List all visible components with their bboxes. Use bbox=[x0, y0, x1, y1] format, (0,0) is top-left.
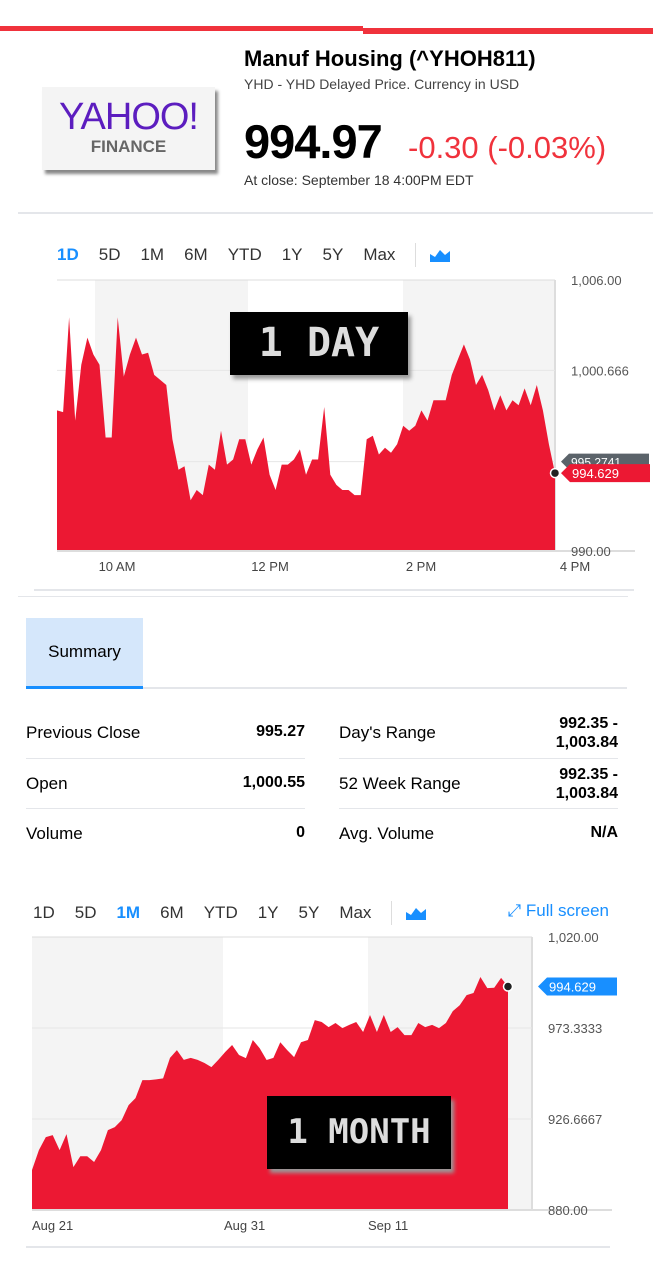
current-price: 994.97 bbox=[244, 115, 383, 168]
tab-summary[interactable]: Summary bbox=[26, 618, 143, 689]
current-point-dot bbox=[502, 981, 514, 992]
stat-label: Avg. Volume bbox=[339, 824, 435, 843]
x-tick-label: Sep 11 bbox=[368, 1218, 408, 1233]
area-chart-icon[interactable] bbox=[406, 906, 427, 920]
quote-title: Manuf Housing (^YHOH811) bbox=[244, 46, 536, 71]
tab-max[interactable]: Max bbox=[339, 903, 371, 923]
x-tick-label: 2 PM bbox=[406, 559, 436, 574]
yahoo-finance-logo: YAHOO! FINANCE bbox=[42, 87, 215, 170]
tab-1d[interactable]: 1D bbox=[33, 903, 55, 923]
stat-value: N/A bbox=[590, 824, 618, 841]
tab-1m[interactable]: 1M bbox=[140, 245, 164, 265]
divider bbox=[18, 596, 628, 597]
current-price-label: 994.629 bbox=[572, 466, 619, 481]
stat-value: 1,000.55 bbox=[242, 774, 305, 791]
tab-1m[interactable]: 1M bbox=[116, 903, 140, 923]
divider bbox=[143, 687, 627, 689]
stat-value: 995.27 bbox=[256, 723, 305, 740]
stat-label: 52 Week Range bbox=[339, 774, 461, 793]
tab-ytd[interactable]: YTD bbox=[204, 903, 238, 923]
stat-label: Day's Range bbox=[339, 723, 436, 742]
current-point-dot bbox=[549, 467, 561, 479]
separator bbox=[391, 901, 393, 925]
tab-5d[interactable]: 5D bbox=[99, 245, 121, 265]
divider bbox=[339, 808, 618, 809]
x-tick-label: Aug 31 bbox=[224, 1218, 265, 1233]
overlay-1-day: 1 DAY bbox=[230, 312, 408, 375]
separator bbox=[415, 243, 417, 267]
current-price-label: 994.629 bbox=[549, 980, 596, 995]
quote-subtitle: YHD - YHD Delayed Price. Currency in USD bbox=[244, 76, 520, 92]
logo-subtext: FINANCE bbox=[90, 137, 167, 156]
tab-5y[interactable]: 5Y bbox=[323, 245, 344, 265]
x-tick-label: 12 PM bbox=[251, 559, 289, 574]
y-tick-label: 880.00 bbox=[548, 1203, 588, 1218]
divider bbox=[26, 1246, 610, 1248]
tab-5y[interactable]: 5Y bbox=[299, 903, 320, 923]
x-tick-label: 10 AM bbox=[99, 559, 136, 574]
tab-6m[interactable]: 6M bbox=[184, 245, 208, 265]
tab-max[interactable]: Max bbox=[363, 245, 395, 265]
x-tick-label: Aug 21 bbox=[32, 1218, 73, 1233]
logo-text: YAHOO! bbox=[59, 96, 199, 138]
tab-6m[interactable]: 6M bbox=[160, 903, 184, 923]
y-tick-label: 1,006.00 bbox=[571, 273, 622, 288]
price-change: -0.30 (-0.03%) bbox=[408, 130, 607, 165]
area-chart-icon[interactable] bbox=[430, 248, 451, 262]
chart-1m[interactable]: 1,020.00 973.3333 926.6667 880.00 Aug 21 Aug … bbox=[0, 930, 653, 1240]
y-tick-label: 990.00 bbox=[571, 544, 611, 559]
divider bbox=[18, 212, 653, 214]
y-tick-label: 973.3333 bbox=[548, 1021, 602, 1036]
divider bbox=[26, 808, 305, 809]
full-screen-button[interactable]: ⤢ Full screen bbox=[508, 901, 609, 921]
tab-1d[interactable]: 1D bbox=[57, 245, 79, 265]
stat-value: 0 bbox=[296, 824, 305, 841]
divider bbox=[339, 758, 618, 759]
tab-ytd[interactable]: YTD bbox=[228, 245, 262, 265]
stat-value: 992.35 - 1,003.84 bbox=[555, 766, 618, 802]
close-time: At close: September 18 4:00PM EDT bbox=[244, 172, 474, 188]
y-tick-label: 1,000.666 bbox=[571, 363, 629, 378]
stat-value: 992.35 - 1,003.84 bbox=[555, 715, 618, 751]
overlay-1-month: 1 MONTH bbox=[267, 1096, 451, 1169]
tab-1y[interactable]: 1Y bbox=[258, 903, 279, 923]
x-tick-label: 4 PM bbox=[560, 559, 590, 574]
tab-5d[interactable]: 5D bbox=[75, 903, 97, 923]
expand-icon: ⤢ bbox=[507, 901, 522, 920]
range-tabs-1: 1D 5D 1M 6M YTD 1Y 5Y Max bbox=[57, 243, 451, 267]
stat-label: Volume bbox=[26, 824, 83, 843]
divider bbox=[26, 758, 305, 759]
tab-1y[interactable]: 1Y bbox=[282, 245, 303, 265]
top-accent-bar bbox=[363, 28, 653, 34]
range-tabs-2: 1D 5D 1M 6M YTD 1Y 5Y Max bbox=[33, 901, 427, 925]
stat-label: Previous Close bbox=[26, 723, 141, 742]
y-tick-label: 926.6667 bbox=[548, 1112, 602, 1127]
top-accent-bar bbox=[0, 26, 363, 31]
full-screen-label: Full screen bbox=[525, 901, 609, 920]
stat-label: Open bbox=[26, 774, 68, 793]
y-tick-label: 1,020.00 bbox=[548, 930, 599, 945]
divider bbox=[34, 589, 634, 591]
